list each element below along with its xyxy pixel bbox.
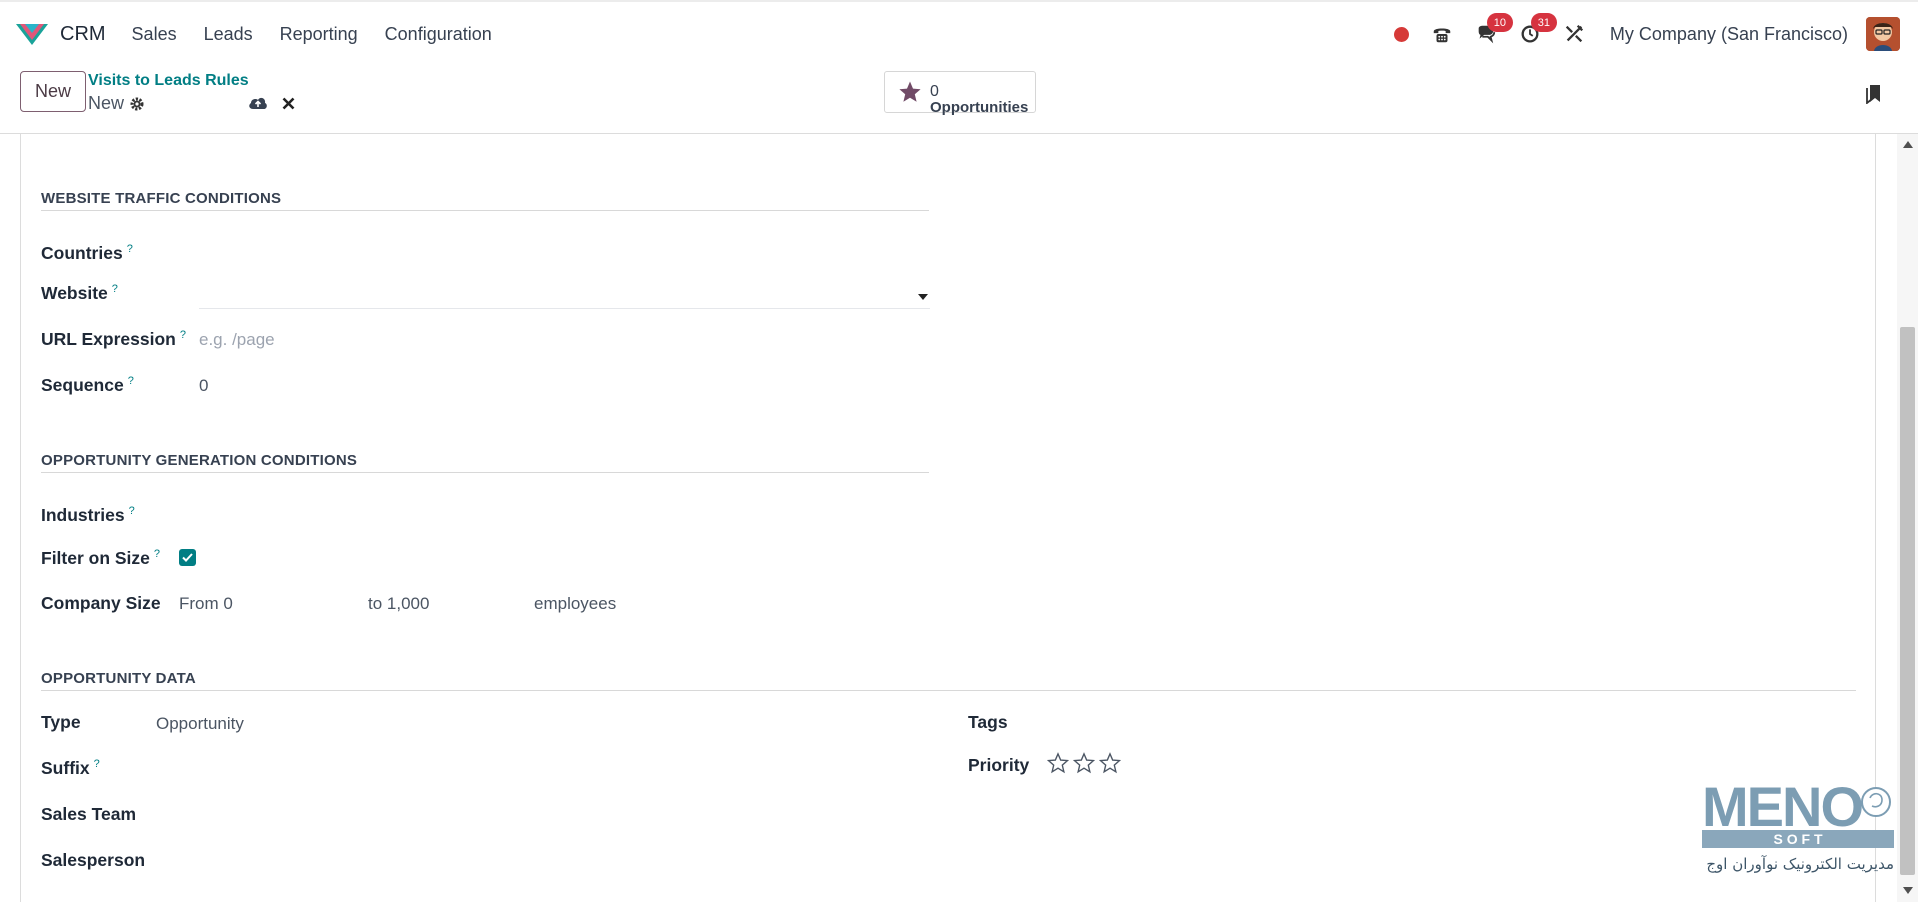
user-avatar[interactable] bbox=[1866, 17, 1900, 51]
opportunity-generation-separator bbox=[41, 472, 929, 473]
sequence-label: Sequence? bbox=[41, 375, 134, 395]
scroll-down-arrow[interactable] bbox=[1903, 887, 1913, 894]
star-outline-icon[interactable] bbox=[1073, 752, 1095, 774]
company-switcher[interactable]: My Company (San Francisco) bbox=[1610, 24, 1848, 45]
form-sheet: WEBSITE TRAFFIC CONDITIONS Countries? We… bbox=[20, 134, 1876, 902]
opportunity-data-section-title: OPPORTUNITY DATA bbox=[41, 670, 196, 687]
discard-icon[interactable] bbox=[282, 97, 295, 110]
main-navbar: CRM Sales Leads Reporting Configuration … bbox=[0, 0, 1918, 64]
tools-icon[interactable] bbox=[1562, 22, 1586, 46]
star-outline-icon[interactable] bbox=[1099, 752, 1121, 774]
suffix-label: Suffix? bbox=[41, 758, 100, 778]
checkmark-icon bbox=[182, 553, 193, 562]
company-size-label: Company Size bbox=[41, 593, 161, 613]
svg-text:MENO: MENO bbox=[1702, 776, 1862, 838]
navbar-right: 10 31 My Company (San Francisco) bbox=[1393, 13, 1900, 52]
help-marker[interactable]: ? bbox=[129, 505, 135, 517]
help-marker[interactable]: ? bbox=[128, 375, 134, 387]
url-expression-label: URL Expression? bbox=[41, 329, 186, 349]
star-icon bbox=[899, 81, 921, 102]
help-marker[interactable]: ? bbox=[154, 548, 160, 560]
menu-configuration[interactable]: Configuration bbox=[385, 24, 492, 45]
navbar-left: CRM Sales Leads Reporting Configuration bbox=[14, 16, 519, 52]
breadcrumb-visits-to-leads-rules[interactable]: Visits to Leads Rules bbox=[88, 72, 249, 90]
salesperson-label: Salesperson bbox=[41, 850, 146, 870]
sequence-input[interactable]: 0 bbox=[199, 376, 208, 396]
help-marker[interactable]: ? bbox=[112, 283, 118, 295]
filter-on-size-label: Filter on Size? bbox=[41, 548, 161, 568]
priority-label: Priority bbox=[968, 755, 1030, 775]
smart-button-text: 0 Opportunities bbox=[930, 82, 1028, 116]
record-name: New bbox=[88, 93, 125, 113]
gear-icon[interactable] bbox=[129, 96, 145, 112]
menu-leads[interactable]: Leads bbox=[204, 24, 253, 45]
employees-text: employees bbox=[534, 594, 617, 613]
record-title: New bbox=[88, 93, 145, 114]
opportunity-generation-section-title: OPPORTUNITY GENERATION CONDITIONS bbox=[41, 452, 358, 469]
svg-text:مدیریت الکترونیک نوآوران اوج: مدیریت الکترونیک نوآوران اوج bbox=[1706, 855, 1894, 874]
opportunities-smart-button[interactable]: 0 Opportunities bbox=[884, 71, 1036, 116]
messages-badge: 10 bbox=[1486, 13, 1513, 32]
website-traffic-separator bbox=[41, 210, 929, 211]
priority-stars[interactable] bbox=[1047, 752, 1121, 774]
chevron-down-icon[interactable] bbox=[918, 294, 928, 300]
scroll-up-arrow[interactable] bbox=[1903, 141, 1913, 148]
help-marker[interactable]: ? bbox=[127, 243, 133, 255]
url-expression-input[interactable]: e.g. /page bbox=[199, 330, 275, 350]
countries-label: Countries? bbox=[41, 243, 133, 263]
star-outline-icon[interactable] bbox=[1047, 752, 1069, 774]
website-select[interactable] bbox=[199, 308, 930, 309]
menu-sales[interactable]: Sales bbox=[132, 24, 177, 45]
phone-icon[interactable] bbox=[1430, 22, 1454, 46]
company-size-from-input[interactable]: From 0 bbox=[179, 594, 233, 614]
activities-badge: 31 bbox=[1530, 13, 1557, 32]
type-label: Type bbox=[41, 712, 81, 732]
industries-label: Industries? bbox=[41, 505, 135, 525]
bookmark-icon[interactable] bbox=[1865, 82, 1883, 104]
new-button[interactable]: New bbox=[20, 71, 87, 112]
opportunity-data-separator bbox=[41, 690, 1856, 691]
menosoft-logo: MENO S O F T مدیریت الکترونیک نوآوران او… bbox=[1702, 775, 1894, 874]
website-traffic-section-title: WEBSITE TRAFFIC CONDITIONS bbox=[41, 190, 282, 207]
svg-text:S O F T: S O F T bbox=[1774, 831, 1823, 847]
recording-dot-icon[interactable] bbox=[1393, 26, 1409, 42]
crm-app-icon[interactable] bbox=[14, 21, 50, 47]
sales-team-label: Sales Team bbox=[41, 804, 137, 824]
filter-on-size-checkbox[interactable] bbox=[179, 549, 196, 566]
control-panel: New Visits to Leads Rules New 0 Opportun… bbox=[0, 64, 1918, 134]
menosoft-watermark: MENO S O F T مدیریت الکترونیک نوآوران او… bbox=[1700, 775, 1896, 880]
opportunities-label: Opportunities bbox=[930, 99, 1029, 117]
clock-icon[interactable]: 31 bbox=[1518, 13, 1557, 46]
company-size-to-input[interactable]: to 1,000 bbox=[368, 594, 429, 614]
website-label: Website? bbox=[41, 283, 118, 303]
type-select[interactable]: Opportunity bbox=[156, 714, 244, 734]
tags-label: Tags bbox=[968, 712, 1008, 732]
cloud-upload-icon[interactable] bbox=[248, 94, 268, 110]
scroll-thumb[interactable] bbox=[1900, 327, 1915, 875]
app-name[interactable]: CRM bbox=[60, 23, 106, 46]
chat-icon[interactable]: 10 bbox=[1474, 13, 1513, 46]
opportunities-count: 0 bbox=[930, 82, 939, 100]
menu-reporting[interactable]: Reporting bbox=[280, 24, 358, 45]
page-scrollbar[interactable] bbox=[1897, 134, 1918, 902]
help-marker[interactable]: ? bbox=[94, 758, 100, 770]
help-marker[interactable]: ? bbox=[180, 329, 186, 341]
